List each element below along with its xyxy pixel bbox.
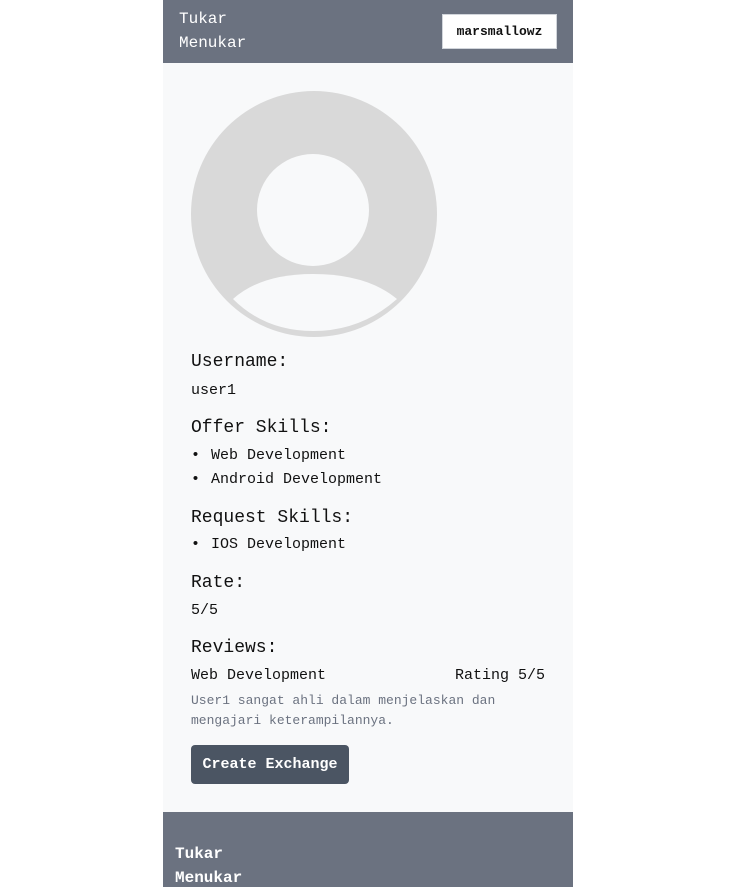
bullet-icon: • [191,471,201,488]
footer: Tukar Menukar [163,812,573,887]
footer-brand[interactable]: Tukar Menukar [175,842,265,887]
navbar-brand[interactable]: Tukar Menukar [179,7,269,55]
profile-page: Tukar Menukar marsmallowz Username: user… [163,0,573,887]
review-skill: Web Development [191,667,327,684]
bullet-icon: • [191,447,201,464]
bullet-icon: • [191,536,201,553]
offer-skills-label: Offer Skills: [191,418,332,438]
rate-value: 5/5 [191,602,219,619]
request-skills-label: Request Skills: [191,508,354,528]
review-rating: Rating 5/5 [454,667,545,684]
review-text: User1 sangat ahli dalam menjelaskan dan … [191,693,496,728]
username-label: Username: [191,352,289,372]
top-navbar: Tukar Menukar marsmallowz [163,0,573,63]
username-value: user1 [191,382,237,399]
offer-skill-item: • Web Development [191,445,346,467]
request-skill-item: • IOS Development [191,534,346,556]
rate-label: Rate: [191,573,246,593]
reviews-label: Reviews: [191,638,278,658]
user-avatar-icon [191,91,437,337]
create-exchange-button[interactable]: Create Exchange [191,745,349,784]
user-menu-button[interactable]: marsmallowz [442,14,557,49]
offer-skill-item: • Android Development [191,469,382,491]
